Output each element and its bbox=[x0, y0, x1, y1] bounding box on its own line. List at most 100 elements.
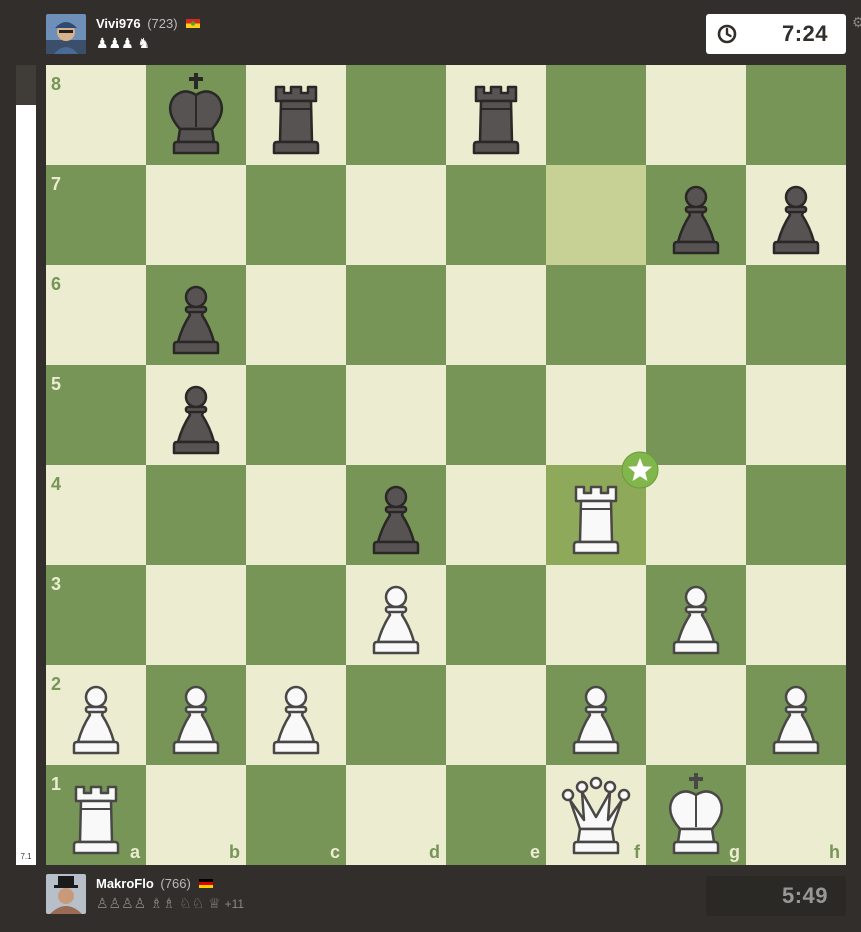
square-h6[interactable] bbox=[746, 265, 846, 365]
square-a5[interactable]: 5 bbox=[46, 365, 146, 465]
square-g1[interactable]: g bbox=[646, 765, 746, 865]
square-a7[interactable]: 7 bbox=[46, 165, 146, 265]
square-c4[interactable] bbox=[246, 465, 346, 565]
square-e4[interactable] bbox=[446, 465, 546, 565]
black-pawn-b6[interactable] bbox=[146, 265, 246, 365]
file-label-b: b bbox=[229, 842, 240, 862]
square-c8[interactable] bbox=[246, 65, 346, 165]
square-g8[interactable] bbox=[646, 65, 746, 165]
square-f8[interactable] bbox=[546, 65, 646, 165]
bottom-captured-list: ♙♙♙♙ ♗♗ ♘♘ ♕ bbox=[96, 895, 221, 911]
file-label-h: h bbox=[829, 842, 840, 862]
square-a4[interactable]: 4 bbox=[46, 465, 146, 565]
square-h4[interactable] bbox=[746, 465, 846, 565]
square-b7[interactable] bbox=[146, 165, 246, 265]
square-d6[interactable] bbox=[346, 265, 446, 365]
file-label-c: c bbox=[329, 842, 340, 862]
square-g2[interactable] bbox=[646, 665, 746, 765]
square-b2[interactable] bbox=[146, 665, 246, 765]
square-b5[interactable] bbox=[146, 365, 246, 465]
bottom-player-name[interactable]: MakroFlo bbox=[96, 876, 154, 891]
square-g4[interactable] bbox=[646, 465, 746, 565]
square-h3[interactable] bbox=[746, 565, 846, 665]
top-clock: 7:24 bbox=[706, 14, 846, 54]
square-f5[interactable] bbox=[546, 365, 646, 465]
square-c7[interactable] bbox=[246, 165, 346, 265]
black-king-b8[interactable] bbox=[146, 65, 246, 165]
square-f6[interactable] bbox=[546, 265, 646, 365]
square-e6[interactable] bbox=[446, 265, 546, 365]
white-pawn-h2[interactable] bbox=[746, 665, 846, 765]
square-e8[interactable] bbox=[446, 65, 546, 165]
white-pawn-d3[interactable] bbox=[346, 565, 446, 665]
square-a3[interactable]: 3 bbox=[46, 565, 146, 665]
square-a6[interactable]: 6 bbox=[46, 265, 146, 365]
top-player-bar: Vivi976 (723) ♟♟♟ ♞ 7:24 bbox=[46, 14, 846, 58]
square-d1[interactable]: d bbox=[346, 765, 446, 865]
bottom-player-info: MakroFlo (766) ♙♙♙♙ ♗♗ ♘♘ ♕ +11 bbox=[96, 876, 244, 912]
square-e3[interactable] bbox=[446, 565, 546, 665]
square-d7[interactable] bbox=[346, 165, 446, 265]
white-king-g1[interactable] bbox=[646, 765, 746, 865]
white-pawn-f2[interactable] bbox=[546, 665, 646, 765]
square-a2[interactable]: 2 bbox=[46, 665, 146, 765]
square-c5[interactable] bbox=[246, 365, 346, 465]
square-b6[interactable] bbox=[146, 265, 246, 365]
square-h8[interactable] bbox=[746, 65, 846, 165]
clock-icon bbox=[717, 24, 737, 44]
square-e2[interactable] bbox=[446, 665, 546, 765]
square-a1[interactable]: 1a bbox=[46, 765, 146, 865]
chess-board[interactable]: 8 7 6 5 4 3 2 1 a b c d e f g h bbox=[46, 65, 846, 865]
white-pawn-g3[interactable] bbox=[646, 565, 746, 665]
square-e1[interactable]: e bbox=[446, 765, 546, 865]
top-player-info: Vivi976 (723) ♟♟♟ ♞ bbox=[96, 16, 201, 51]
top-player-name[interactable]: Vivi976 bbox=[96, 16, 141, 31]
square-e5[interactable] bbox=[446, 365, 546, 465]
black-pawn-d4[interactable] bbox=[346, 465, 446, 565]
white-pawn-a2[interactable] bbox=[46, 665, 146, 765]
square-a8[interactable]: 8 bbox=[46, 65, 146, 165]
square-d2[interactable] bbox=[346, 665, 446, 765]
black-pawn-h7[interactable] bbox=[746, 165, 846, 265]
square-h2[interactable] bbox=[746, 665, 846, 765]
square-b8[interactable] bbox=[146, 65, 246, 165]
square-c2[interactable] bbox=[246, 665, 346, 765]
black-pawn-g7[interactable] bbox=[646, 165, 746, 265]
white-pawn-b2[interactable] bbox=[146, 665, 246, 765]
square-c3[interactable] bbox=[246, 565, 346, 665]
square-d4[interactable] bbox=[346, 465, 446, 565]
square-g5[interactable] bbox=[646, 365, 746, 465]
bottom-player-rating: (766) bbox=[160, 876, 191, 891]
square-g7[interactable] bbox=[646, 165, 746, 265]
square-c1[interactable]: c bbox=[246, 765, 346, 865]
square-h1[interactable]: h bbox=[746, 765, 846, 865]
black-rook-c8[interactable] bbox=[246, 65, 346, 165]
top-player-rating: (723) bbox=[147, 16, 178, 31]
square-h5[interactable] bbox=[746, 365, 846, 465]
square-f1[interactable]: f bbox=[546, 765, 646, 865]
settings-gear-icon[interactable]: ⚙ bbox=[852, 14, 861, 31]
file-label-e: e bbox=[529, 842, 540, 862]
square-f2[interactable] bbox=[546, 665, 646, 765]
square-c6[interactable] bbox=[246, 265, 346, 365]
square-f3[interactable] bbox=[546, 565, 646, 665]
square-g3[interactable] bbox=[646, 565, 746, 665]
square-b3[interactable] bbox=[146, 565, 246, 665]
black-rook-e8[interactable] bbox=[446, 65, 546, 165]
square-e7[interactable] bbox=[446, 165, 546, 265]
square-g6[interactable] bbox=[646, 265, 746, 365]
square-d5[interactable] bbox=[346, 365, 446, 465]
square-d3[interactable] bbox=[346, 565, 446, 665]
black-pawn-b5[interactable] bbox=[146, 365, 246, 465]
square-b4[interactable] bbox=[146, 465, 246, 565]
white-pawn-c2[interactable] bbox=[246, 665, 346, 765]
bottom-player-avatar[interactable] bbox=[46, 874, 86, 914]
rank-label-6: 6 bbox=[51, 274, 62, 294]
square-f7[interactable] bbox=[546, 165, 646, 265]
square-h7[interactable] bbox=[746, 165, 846, 265]
white-rook-a1[interactable] bbox=[46, 765, 146, 865]
square-d8[interactable] bbox=[346, 65, 446, 165]
top-player-avatar[interactable] bbox=[46, 14, 86, 54]
white-queen-f1[interactable] bbox=[546, 765, 646, 865]
square-b1[interactable]: b bbox=[146, 765, 246, 865]
